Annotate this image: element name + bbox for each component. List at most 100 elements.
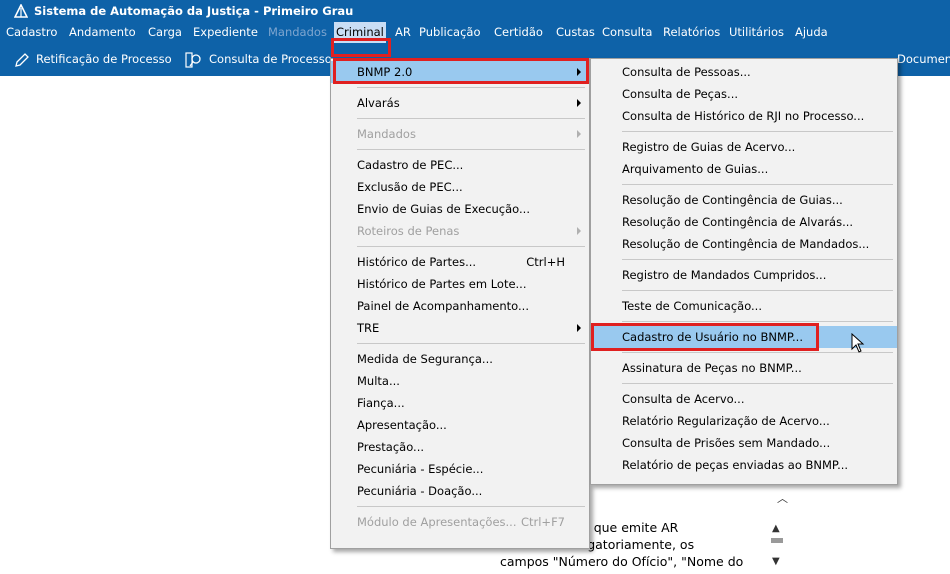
menu-item[interactable]: Relatório Regularização de Acervo... xyxy=(591,410,897,432)
menu-item-label: Consulta de Peças... xyxy=(622,87,738,101)
menu-cadastro[interactable]: Cadastro xyxy=(4,22,59,43)
menu-item[interactable]: Relatório de peças enviadas ao BNMP... xyxy=(591,454,897,476)
menu-item-label: Resolução de Contingência de Alvarás... xyxy=(622,215,854,229)
menu-ar[interactable]: AR xyxy=(393,22,413,43)
menu-item-label: Pecuniária - Espécie... xyxy=(357,462,484,476)
menu-certidao[interactable]: Certidão xyxy=(492,22,545,43)
menu-item-shortcut: Ctrl+F7 xyxy=(520,515,565,529)
menu-separator xyxy=(622,383,893,384)
menu-separator xyxy=(357,149,585,150)
menu-item-label: Envio de Guias de Execução... xyxy=(357,202,530,216)
menu-item-label: Roteiros de Penas xyxy=(357,224,460,238)
submenu-arrow-icon xyxy=(577,68,581,76)
scrollbar-thumb[interactable] xyxy=(771,538,783,543)
menu-item[interactable]: Consulta de Pessoas... xyxy=(591,61,897,83)
menu-publicacao[interactable]: Publicação xyxy=(417,22,483,43)
menu-item-label: Medida de Segurança... xyxy=(357,352,493,366)
menu-item[interactable]: TRE xyxy=(331,317,589,339)
submenu-arrow-icon xyxy=(577,99,581,107)
documento-label: Document xyxy=(897,52,950,66)
mouse-cursor-icon xyxy=(851,333,865,353)
menu-item[interactable]: Apresentação... xyxy=(331,414,589,436)
retificacao-processo-label: Retificação de Processo xyxy=(36,52,172,66)
consulta-processo-button[interactable]: Consulta de Processo xyxy=(185,43,332,76)
menu-item-label: Relatório de peças enviadas ao BNMP... xyxy=(622,458,849,472)
edit-pencil-icon xyxy=(15,52,29,67)
submenu-arrow-icon xyxy=(577,130,581,138)
documento-button[interactable]: Document xyxy=(897,43,950,76)
scroll-down-icon[interactable]: ▼ xyxy=(772,556,780,567)
menu-item-label: Histórico de Partes em Lote... xyxy=(357,277,527,291)
menu-item[interactable]: Consulta de Histórico de RJI no Processo… xyxy=(591,105,897,127)
menu-relatorios[interactable]: Relatórios xyxy=(661,22,722,43)
menu-item[interactable]: Cadastro de PEC... xyxy=(331,154,589,176)
menu-item[interactable]: Prestação... xyxy=(331,436,589,458)
menu-separator xyxy=(622,131,893,132)
menu-item-label: Teste de Comunicação... xyxy=(622,299,762,313)
menu-item[interactable]: Resolução de Contingência de Mandados... xyxy=(591,233,897,255)
menu-item[interactable]: Teste de Comunicação... xyxy=(591,295,897,317)
menu-carga[interactable]: Carga xyxy=(146,22,184,43)
menu-item-label: Fiança... xyxy=(357,396,405,410)
search-icon xyxy=(185,51,201,68)
menu-item-label: Consulta de Histórico de RJI no Processo… xyxy=(622,109,865,123)
menu-item-label: BNMP 2.0 xyxy=(357,65,413,79)
menu-ajuda[interactable]: Ajuda xyxy=(793,22,830,43)
menu-item[interactable]: Envio de Guias de Execução... xyxy=(331,198,589,220)
submenu-arrow-icon xyxy=(577,324,581,332)
menu-item[interactable]: Resolução de Contingência de Guias... xyxy=(591,189,897,211)
menu-expediente[interactable]: Expediente xyxy=(191,22,260,43)
menu-item[interactable]: Assinatura de Peças no BNMP... xyxy=(591,357,897,379)
menu-utilitarios[interactable]: Utilitários xyxy=(727,22,786,43)
menu-criminal[interactable]: Criminal xyxy=(334,22,386,43)
menu-item[interactable]: Fiança... xyxy=(331,392,589,414)
menu-item-label: TRE xyxy=(357,321,380,335)
menu-item[interactable]: Histórico de Partes em Lote... xyxy=(331,273,589,295)
menu-item-label: Consulta de Acervo... xyxy=(622,392,745,406)
retificacao-processo-button[interactable]: Retificação de Processo xyxy=(14,43,172,76)
menu-mandados[interactable]: Mandados xyxy=(266,22,329,43)
menu-item[interactable]: Consulta de Acervo... xyxy=(591,388,897,410)
menu-item[interactable]: Exclusão de PEC... xyxy=(331,176,589,198)
scroll-up-icon[interactable]: ▲ xyxy=(772,523,780,534)
bnmp-submenu: Consulta de Pessoas... Consulta de Peças.… xyxy=(590,58,898,485)
menu-item-label: Alvarás xyxy=(357,96,400,110)
menu-item[interactable]: Alvarás xyxy=(331,92,589,114)
menu-item[interactable]: BNMP 2.0 xyxy=(331,61,589,83)
menu-item[interactable]: Consulta de Prisões sem Mandado... xyxy=(591,432,897,454)
menu-item[interactable]: Resolução de Contingência de Alvarás... xyxy=(591,211,897,233)
menu-bar: Cadastro Andamento Carga Expediente Mandados… xyxy=(0,22,950,43)
menu-item[interactable]: Pecuniária - Espécie... xyxy=(331,458,589,480)
menu-item[interactable]: Painel de Acompanhamento... xyxy=(331,295,589,317)
menu-item[interactable]: Arquivamento de Guias... xyxy=(591,158,897,180)
menu-item-label: Assinatura de Peças no BNMP... xyxy=(622,361,802,375)
window-title: Sistema de Automação da Justiça - Primei… xyxy=(34,4,354,18)
menu-item: Módulo de Apresentações... Ctrl+F7 xyxy=(331,511,589,533)
menu-andamento[interactable]: Andamento xyxy=(67,22,138,43)
menu-item[interactable]: Medida de Segurança... xyxy=(331,348,589,370)
menu-separator xyxy=(622,259,893,260)
menu-item-label: Pecuniária - Doação... xyxy=(357,484,483,498)
menu-item-label: Relatório Regularização de Acervo... xyxy=(622,414,830,428)
menu-separator xyxy=(357,87,585,88)
menu-separator xyxy=(357,506,585,507)
criminal-menu: BNMP 2.0 Alvarás Mandados Cadastro de PEC..… xyxy=(330,58,590,549)
menu-item-label: Mandados xyxy=(357,127,416,141)
menu-item[interactable]: Multa... xyxy=(331,370,589,392)
scroll-up-icon[interactable]: ︿ xyxy=(777,490,788,506)
menu-item-label: Resolução de Contingência de Mandados... xyxy=(622,237,870,251)
menu-item[interactable]: Registro de Guias de Acervo... xyxy=(591,136,897,158)
menu-item-label: Arquivamento de Guias... xyxy=(622,162,769,176)
menu-item[interactable]: Consulta de Peças... xyxy=(591,83,897,105)
consulta-processo-label: Consulta de Processo xyxy=(209,52,332,66)
menu-item[interactable]: Registro de Mandados Cumpridos... xyxy=(591,264,897,286)
menu-item-label: Consulta de Pessoas... xyxy=(622,65,751,79)
menu-consulta[interactable]: Consulta xyxy=(600,22,654,43)
menu-item[interactable]: Pecuniária - Doação... xyxy=(331,480,589,502)
menu-separator xyxy=(357,246,585,247)
menu-item-shortcut: Ctrl+H xyxy=(526,255,565,269)
menu-item: Roteiros de Penas xyxy=(331,220,589,242)
menu-custas[interactable]: Custas xyxy=(554,22,597,43)
menu-item[interactable]: Histórico de Partes... Ctrl+H xyxy=(331,251,589,273)
menu-item-label: Registro de Guias de Acervo... xyxy=(622,140,796,154)
